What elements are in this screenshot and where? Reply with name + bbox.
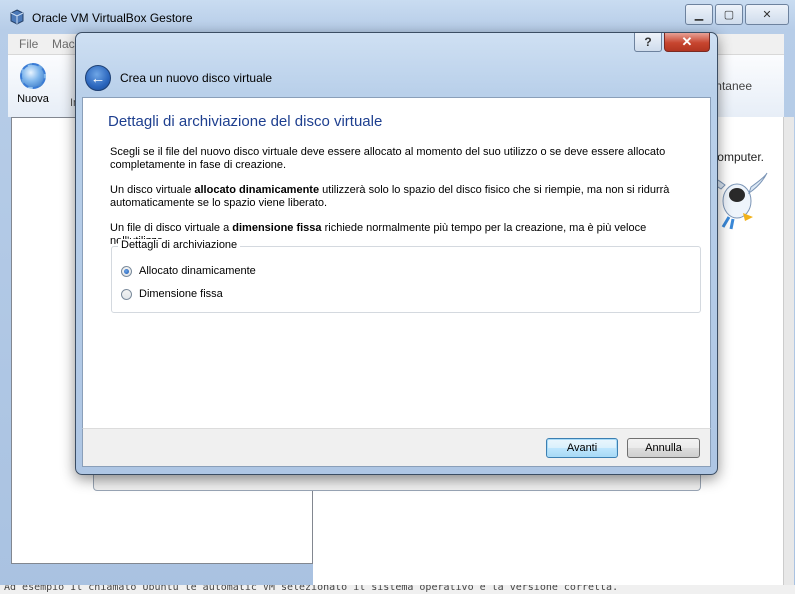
close-button[interactable]: ✕ <box>745 4 789 25</box>
paragraph3-text-start: Un file di disco virtuale a <box>110 222 233 234</box>
paragraph3-bold-text: dimensione fissa <box>232 222 322 234</box>
radio-button-checked[interactable] <box>121 265 132 277</box>
new-vm-icon <box>20 63 46 89</box>
virtualbox-icon <box>10 9 24 25</box>
dialog-footer: Avanti Annulla <box>82 428 711 467</box>
paragraph2-text-start: Un disco virtuale <box>110 184 195 196</box>
wizard-page: Dettagli di archiviazione del disco virt… <box>82 97 711 429</box>
status-text: Ad esempio Il chiamato Ubuntu le automat… <box>4 585 619 593</box>
close-icon: ✕ <box>681 34 693 49</box>
description-paragraph-1: Scegli se il file del nuovo disco virtua… <box>110 146 666 171</box>
window-controls: ▁ ▢ ✕ <box>683 4 789 25</box>
radio-dynamic-allocation[interactable]: Allocato dinamicamente <box>121 265 256 277</box>
back-arrow-icon: ← <box>90 69 106 87</box>
vertical-scrollbar[interactable] <box>783 117 794 585</box>
paragraph2-bold-text: allocato dinamicamente <box>194 184 320 196</box>
close-icon: ✕ <box>762 9 772 21</box>
new-vm-button[interactable]: Nuova <box>16 63 50 105</box>
main-window-title: Oracle VM VirtualBox Gestore <box>32 11 193 25</box>
next-button[interactable]: Avanti <box>546 438 618 458</box>
page-heading: Dettagli di archiviazione del disco virt… <box>108 113 383 130</box>
dialog-controls: ? ✕ <box>634 33 710 53</box>
create-disk-dialog: ? ✕ ← Crea un nuovo disco virtuale Detta… <box>75 32 718 475</box>
new-vm-label: Nuova <box>17 93 49 105</box>
help-icon: ? <box>644 35 652 49</box>
maximize-button[interactable]: ▢ <box>715 4 743 25</box>
group-title: Dettagli di archiviazione <box>118 239 241 251</box>
dialog-title: Crea un nuovo disco virtuale <box>120 71 273 85</box>
menu-file[interactable]: File <box>19 37 38 51</box>
back-button[interactable]: ← <box>85 65 111 91</box>
minimize-icon: ▁ <box>694 9 704 21</box>
description-paragraph-2: Un disco virtuale allocato dinamicamente… <box>110 184 700 210</box>
help-button[interactable]: ? <box>634 33 662 52</box>
cancel-button[interactable]: Annulla <box>627 438 700 458</box>
radio-fixed-size[interactable]: Dimensione fissa <box>121 288 223 300</box>
maximize-icon: ▢ <box>723 9 735 21</box>
menu-machine[interactable]: Mac <box>52 37 75 51</box>
storage-details-group: Dettagli di archiviazione Allocato dinam… <box>111 239 701 313</box>
minimize-button[interactable]: ▁ <box>685 4 713 25</box>
toolbar-right-label[interactable]: ntanee <box>715 79 752 93</box>
radio-button-unchecked[interactable] <box>121 288 132 300</box>
status-bar: Ad esempio Il chiamato Ubuntu le automat… <box>0 585 795 594</box>
main-title-bar: Oracle VM VirtualBox Gestore ▁ ▢ ✕ <box>0 0 795 34</box>
radio-dynamic-label: Allocato dinamicamente <box>139 265 256 277</box>
radio-fixed-label: Dimensione fissa <box>139 288 223 300</box>
dialog-close-button[interactable]: ✕ <box>664 33 710 52</box>
